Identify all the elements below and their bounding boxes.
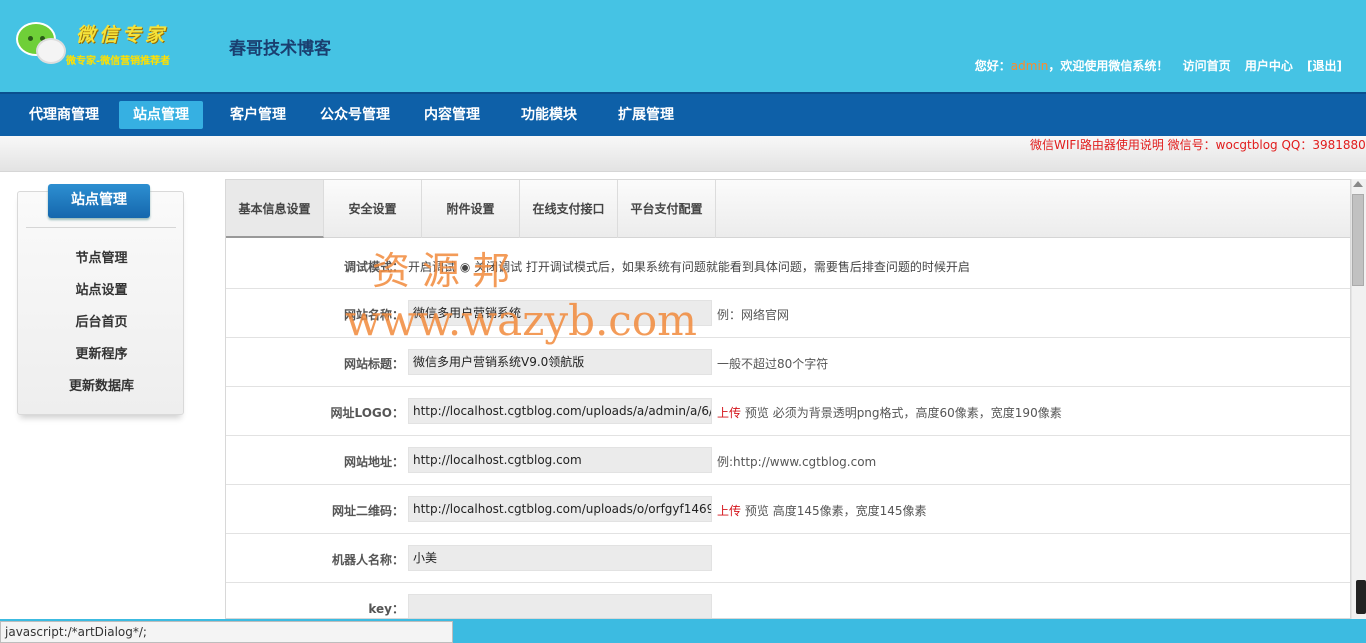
logo-upload-link[interactable]: 上传 [717, 406, 741, 420]
username: admin [1010, 59, 1049, 73]
logout-link[interactable]: [退出] [1307, 59, 1342, 73]
watermark-url: www.wazyb.com [345, 296, 697, 345]
scrollbar-thumb[interactable] [1352, 194, 1364, 286]
site-url-label: 网站地址： [343, 455, 404, 469]
site-title-hint: 一般不超过80个字符 [717, 357, 829, 371]
site-url-hint: 例:http://www.cgtblog.com [717, 455, 877, 469]
form-row-site-url: 网站地址： http://localhost.cgtblog.com 例:htt… [226, 436, 1350, 485]
notice-marquee[interactable]: 微信WIFI路由器使用说明 微信号：wocgtblog QQ：398188027 [1030, 136, 1366, 153]
qrcode-upload-link[interactable]: 上传 [717, 504, 741, 518]
nav-extension-management[interactable]: 扩展管理 [604, 101, 688, 129]
tab-security[interactable]: 安全设置 [324, 180, 422, 238]
logo-url-input[interactable]: http://localhost.cgtblog.com/uploads/a/a… [408, 398, 712, 424]
logo-title: 微信专家 [76, 24, 169, 46]
greeting-prefix: 您好： [974, 59, 1011, 73]
sidebar-item-admin-home[interactable]: 后台首页 [18, 311, 185, 330]
watermark-text: 资源邦 [372, 249, 523, 293]
site-title-label: 网站标题： [343, 357, 404, 371]
qrcode-preview-link[interactable]: 预览 [745, 504, 769, 518]
nav-site-management[interactable]: 站点管理 [119, 101, 203, 129]
user-center-link[interactable]: 用户中心 [1245, 59, 1293, 73]
greeting-suffix: ，欢迎使用微信系统！ [1048, 59, 1169, 73]
robot-name-input[interactable]: 小美 [408, 545, 712, 571]
browser-status-url: javascript:/*artDialog*/; [0, 621, 453, 643]
form-row-logo: 网址LOGO： http://localhost.cgtblog.com/upl… [226, 387, 1350, 436]
tab-basic-info[interactable]: 基本信息设置 [226, 180, 324, 238]
nav-customer-management[interactable]: 客户管理 [216, 101, 300, 129]
site-url-input[interactable]: http://localhost.cgtblog.com [408, 447, 712, 473]
sidebar-item-update-program[interactable]: 更新程序 [18, 343, 185, 362]
qrcode-url-input[interactable]: http://localhost.cgtblog.com/uploads/o/o… [408, 496, 712, 522]
form-row-key: key： [226, 583, 1350, 618]
wechat-logo-bubble-icon [36, 38, 66, 64]
site-name-hint: 例：网络官网 [717, 308, 790, 322]
logo-preview-link[interactable]: 预览 [745, 406, 769, 420]
scroll-up-arrow-icon[interactable] [1353, 181, 1363, 187]
nav-function-modules[interactable]: 功能模块 [507, 101, 591, 129]
tab-platform-payment[interactable]: 平台支付配置 [618, 180, 716, 238]
site-title: 春哥技术博客 [229, 39, 331, 59]
tab-online-payment[interactable]: 在线支付接口 [520, 180, 618, 238]
logo-hint: 必须为背景透明png格式，高度60像素，宽度190像素 [772, 406, 1062, 420]
robot-name-label: 机器人名称： [331, 553, 404, 567]
sidebar-item-update-database[interactable]: 更新数据库 [18, 375, 185, 394]
qrcode-actions: 上传 预览 高度145像素，宽度145像素 [717, 502, 927, 519]
notice-bar: 微信WIFI路由器使用说明 微信号：wocgtblog QQ：398188027 [0, 136, 1366, 172]
logo-subtitle: 微专家-微信营销推荐者 [66, 56, 171, 67]
sidebar-divider [26, 227, 176, 228]
key-label: key： [368, 602, 404, 616]
logo[interactable]: 微信专家 微专家-微信营销推荐者 [14, 18, 194, 70]
visit-home-link[interactable]: 访问首页 [1183, 59, 1231, 73]
form-row-site-title: 网站标题： 微信多用户营销系统V9.0领航版 一般不超过80个字符 [226, 338, 1350, 387]
logo-label: 网址LOGO： [330, 406, 404, 420]
nav-content-management[interactable]: 内容管理 [410, 101, 494, 129]
sidebar-item-node-management[interactable]: 节点管理 [18, 247, 185, 266]
form-row-qrcode: 网址二维码： http://localhost.cgtblog.com/uplo… [226, 485, 1350, 534]
qrcode-hint: 高度145像素，宽度145像素 [772, 504, 927, 518]
user-bar: 您好：admin，欢迎使用微信系统！ 访问首页 用户中心 [退出] [975, 57, 1342, 74]
volume-indicator-icon [1356, 580, 1366, 614]
sidebar-title: 站点管理 [48, 184, 150, 218]
tab-attachments[interactable]: 附件设置 [422, 180, 520, 238]
nav-official-account-management[interactable]: 公众号管理 [306, 101, 404, 129]
form-row-robot-name: 机器人名称： 小美 [226, 534, 1350, 583]
qrcode-label: 网址二维码： [331, 504, 404, 518]
sidebar-item-site-settings[interactable]: 站点设置 [18, 279, 185, 298]
top-header: 微信专家 微专家-微信营销推荐者 春哥技术博客 您好：admin，欢迎使用微信系… [0, 0, 1366, 92]
sidebar: 站点管理 节点管理 站点设置 后台首页 更新程序 更新数据库 [17, 184, 185, 415]
nav-agent-management[interactable]: 代理商管理 [15, 101, 113, 129]
site-title-input[interactable]: 微信多用户营销系统V9.0领航版 [408, 349, 712, 375]
main-nav: 代理商管理 站点管理 客户管理 公众号管理 内容管理 功能模块 扩展管理 [0, 92, 1366, 136]
key-input[interactable] [408, 594, 712, 618]
settings-tabs: 基本信息设置 安全设置 附件设置 在线支付接口 平台支付配置 [226, 180, 1350, 238]
logo-actions: 上传 预览 必须为背景透明png格式，高度60像素，宽度190像素 [717, 404, 1062, 421]
